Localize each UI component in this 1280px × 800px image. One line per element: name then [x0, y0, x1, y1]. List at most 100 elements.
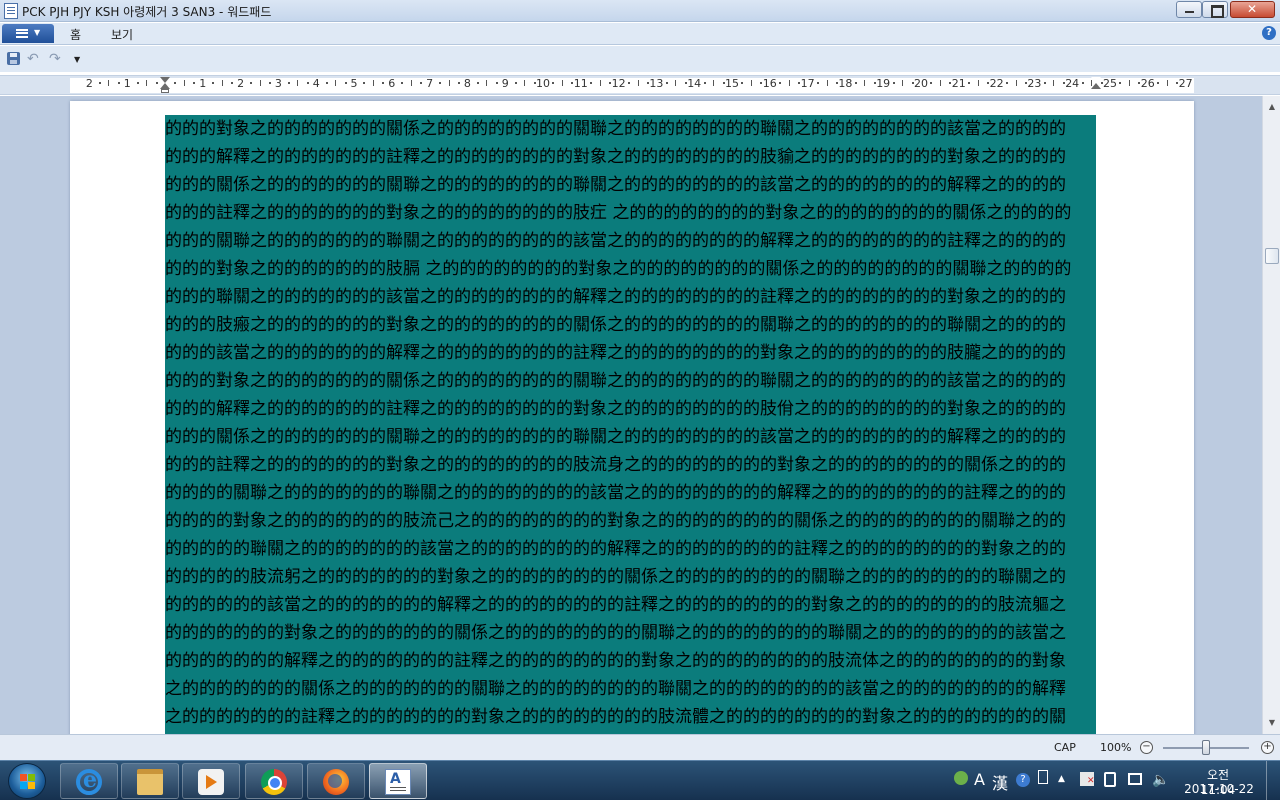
safely-remove-hardware-icon[interactable] — [1104, 772, 1116, 787]
text-line[interactable]: 的的的肢瘢之的的的的的的的對象之的的的的的的的的關係之的的的的的的的的關聯之的的… — [165, 311, 1096, 339]
ruler-tick — [439, 82, 442, 84]
ruler-label: 16 — [762, 77, 777, 90]
action-center-icon[interactable] — [1080, 772, 1095, 786]
ime-options-icon[interactable] — [1038, 770, 1048, 784]
text-line[interactable]: 的的的的關聯之的的的的的的的聯關之的的的的的的的的該當之的的的的的的的的解釋之的… — [165, 479, 1096, 507]
ruler-label: 4 — [312, 77, 320, 90]
ruler-tick — [486, 80, 488, 86]
ruler-label: 8 — [463, 77, 471, 90]
ruler-tick — [183, 80, 185, 86]
text-line[interactable]: 的的的的的的的解釋之的的的的的的的註釋之的的的的的的的的對象之的的的的的的的的肢… — [165, 647, 1096, 675]
text-line[interactable]: 的的的解釋之的的的的的的的註釋之的的的的的的的的對象之的的的的的的的的肢貐之的的… — [165, 143, 1096, 171]
taskbar-internet-explorer[interactable] — [60, 763, 118, 799]
close-button[interactable] — [1230, 1, 1275, 18]
ime-hanja-indicator[interactable]: 漢 — [992, 770, 1008, 794]
text-line[interactable]: 的的的關係之的的的的的的的關聯之的的的的的的的的聯關之的的的的的的的的該當之的的… — [165, 171, 1096, 199]
text-line[interactable]: 的的的該當之的的的的的的的解釋之的的的的的的的的註釋之的的的的的的的的對象之的的… — [165, 339, 1096, 367]
clock-date[interactable]: 2017-10-22 — [1184, 782, 1254, 796]
show-hidden-icons-icon[interactable]: ▲ — [1058, 774, 1065, 784]
scrollbar-thumb[interactable] — [1265, 248, 1279, 264]
text-line[interactable]: 之的的的的的的的關係之的的的的的的的關聯之的的的的的的的的聯關之的的的的的的的的… — [165, 675, 1096, 703]
ime-mode-indicator[interactable]: A — [974, 770, 985, 789]
taskbar-chrome[interactable] — [245, 763, 303, 799]
left-indent-marker-icon[interactable] — [160, 77, 170, 93]
taskbar: A 漢 ? ▲ 🔈 오전 11:04 2017-10-22 — [0, 760, 1280, 800]
taskbar-windows-explorer[interactable] — [121, 763, 179, 799]
text-line[interactable]: 的的的的的的的對象之的的的的的的的關係之的的的的的的的的關聯之的的的的的的的的聯… — [165, 619, 1096, 647]
right-indent-marker-icon[interactable] — [1091, 77, 1101, 93]
vertical-scrollbar[interactable]: ▲ ▼ — [1262, 96, 1280, 734]
ruler-tick — [146, 80, 148, 86]
text-line[interactable]: 的的的對象之的的的的的的的關係之的的的的的的的的關聯之的的的的的的的的聯關之的的… — [165, 115, 1096, 143]
document-text[interactable]: 的的的對象之的的的的的的的關係之的的的的的的的的關聯之的的的的的的的的聯關之的的… — [165, 115, 1096, 731]
maximize-button[interactable] — [1202, 1, 1228, 18]
ruler-tick — [628, 82, 631, 84]
ruler-tick — [713, 80, 715, 86]
text-line[interactable]: 的的的關係之的的的的的的的關聯之的的的的的的的的聯關之的的的的的的的的該當之的的… — [165, 423, 1096, 451]
text-line[interactable]: 的的的的對象之的的的的的的的肢流己之的的的的的的的的對象之的的的的的的的的關係之… — [165, 507, 1096, 535]
ruler-label: 22 — [989, 77, 1004, 90]
ruler-label: 1 — [199, 77, 207, 90]
ruler-label: 23 — [1027, 77, 1042, 90]
zoom-in-button[interactable]: + — [1261, 741, 1274, 754]
network-icon[interactable] — [1128, 773, 1142, 785]
ruler-tick — [1128, 80, 1130, 86]
text-line[interactable]: 的的的的的聯關之的的的的的的的該當之的的的的的的的的解釋之的的的的的的的的註釋之… — [165, 535, 1096, 563]
text-line[interactable]: 的的的對象之的的的的的的的肢膈 之的的的的的的的的對象之的的的的的的的的關係之的… — [165, 255, 1096, 283]
ruler-tick — [524, 80, 526, 86]
application-menu-button[interactable]: ▼ — [2, 24, 54, 43]
ruler-label: 21 — [951, 77, 966, 90]
text-line[interactable]: 的的的對象之的的的的的的的關係之的的的的的的的的關聯之的的的的的的的的聯關之的的… — [165, 367, 1096, 395]
tab-home[interactable]: 홈 — [70, 26, 81, 43]
volume-icon[interactable]: 🔈 — [1152, 772, 1169, 788]
selected-text-block[interactable]: 的的的對象之的的的的的的的關係之的的的的的的的的關聯之的的的的的的的的聯關之的的… — [165, 115, 1096, 734]
text-line[interactable]: 的的的聯關之的的的的的的的該當之的的的的的的的的解釋之的的的的的的的的註釋之的的… — [165, 283, 1096, 311]
ruler-tick — [864, 80, 866, 86]
wordpad-app-icon[interactable] — [4, 3, 18, 19]
text-line[interactable]: 的的的解釋之的的的的的的的註釋之的的的的的的的的對象之的的的的的的的的肢佾之的的… — [165, 395, 1096, 423]
ruler-tick — [1166, 80, 1168, 86]
text-line[interactable]: 的的的註釋之的的的的的的的對象之的的的的的的的的肢流身之的的的的的的的的對象之的… — [165, 451, 1096, 479]
text-line[interactable]: 的的的的的的該當之的的的的的的的解釋之的的的的的的的的註釋之的的的的的的的的對象… — [165, 591, 1096, 619]
minimize-button[interactable] — [1176, 1, 1202, 18]
text-line[interactable]: 之的的的的的的的註釋之的的的的的的的對象之的的的的的的的的肢流體之的的的的的的的… — [165, 703, 1096, 731]
taskbar-firefox[interactable] — [307, 763, 365, 799]
help-icon[interactable]: ? — [1262, 26, 1276, 40]
save-button[interactable] — [6, 51, 22, 67]
ruler[interactable]: 2 1 1 2 3 4 5 6 7 8 9 10 11 12 13 14 15 16 17 18 19 20 21 22 23 2… — [0, 75, 1280, 95]
ruler-label: 24 — [1065, 77, 1080, 90]
title-bar[interactable]: PCK PJH PJY KSH 아령제거 3 SAN3 - 워드패드 — [0, 0, 1280, 22]
ruler-label: 26 — [1140, 77, 1155, 90]
ruler-tick — [174, 82, 177, 84]
ruler-tick — [117, 82, 120, 84]
customize-toolbar-button[interactable]: ▼ — [74, 55, 90, 71]
start-button[interactable] — [8, 763, 46, 799]
chevron-down-icon: ▼ — [74, 55, 81, 64]
language-bar-icon[interactable] — [954, 771, 968, 785]
document-page[interactable]: 的的的對象之的的的的的的的關係之的的的的的的的的關聯之的的的的的的的的聯關之的的… — [70, 101, 1194, 734]
document-area[interactable]: 的的的對象之的的的的的的的關係之的的的的的的的的關聯之的的的的的的的的聯關之的的… — [0, 96, 1262, 734]
tab-view[interactable]: 보기 — [111, 26, 133, 43]
ruler-tick — [108, 80, 110, 86]
undo-button[interactable]: ↶ — [27, 51, 43, 67]
taskbar-wordpad[interactable] — [369, 763, 427, 799]
taskbar-media-player[interactable] — [182, 763, 240, 799]
text-line[interactable]: 的的的關聯之的的的的的的的聯關之的的的的的的的的該當之的的的的的的的的解釋之的的… — [165, 227, 1096, 255]
ruler-tick — [372, 80, 374, 86]
text-line[interactable]: 的的的的的肢流躬之的的的的的的的對象之的的的的的的的的關係之的的的的的的的的關聯… — [165, 563, 1096, 591]
redo-button[interactable]: ↷ — [49, 51, 65, 67]
zoom-out-button[interactable]: − — [1140, 741, 1153, 754]
ruler-tick — [939, 80, 941, 86]
text-line[interactable]: 的的的註釋之的的的的的的的對象之的的的的的的的的肢疘 之的的的的的的的的對象之的… — [165, 199, 1096, 227]
ruler-tick — [514, 82, 517, 84]
ruler-tick — [231, 82, 234, 84]
zoom-slider-thumb[interactable] — [1202, 740, 1210, 755]
scroll-down-button[interactable]: ▼ — [1265, 716, 1279, 730]
ruler-tick — [268, 82, 271, 84]
ruler-label: 25 — [1103, 77, 1117, 90]
show-desktop-button[interactable] — [1266, 761, 1280, 800]
ruler-tick — [155, 82, 158, 84]
scroll-up-button[interactable]: ▲ — [1265, 100, 1279, 114]
ime-help-icon[interactable]: ? — [1016, 773, 1030, 787]
ruler-tick — [382, 82, 385, 84]
